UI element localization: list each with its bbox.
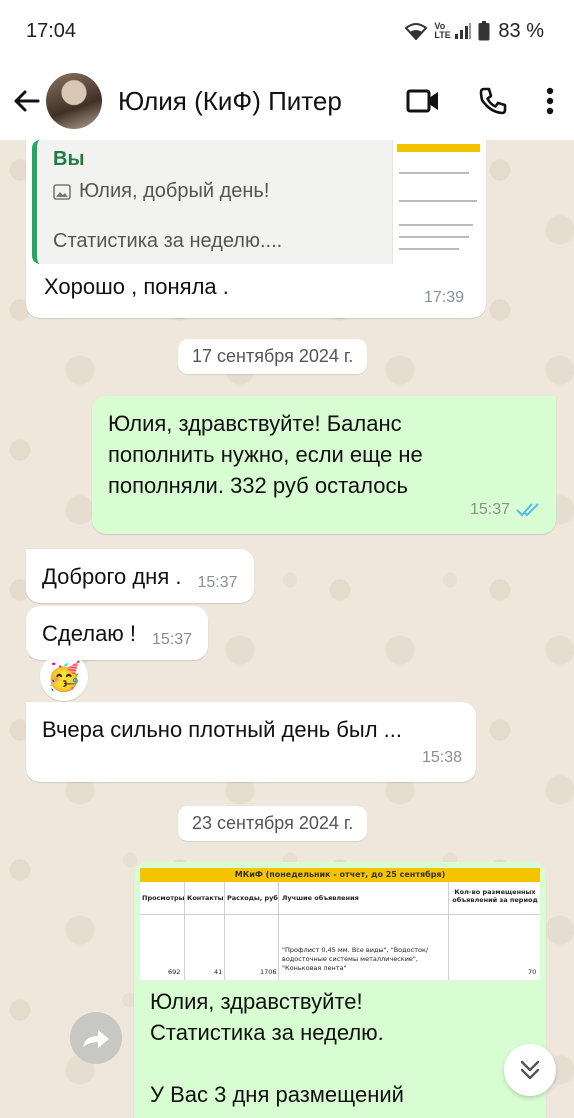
- report-cell: 41: [214, 968, 223, 976]
- report-header: Лучшие объявления: [282, 894, 359, 902]
- message-time: 15:37: [152, 630, 193, 648]
- avatar[interactable]: [46, 73, 102, 129]
- message-bubble-incoming[interactable]: Вчера сильно плотный день был ... 15:38: [26, 702, 476, 782]
- report-cell: 1706: [260, 968, 277, 976]
- more-icon: [546, 87, 554, 115]
- status-time: 17:04: [26, 19, 77, 42]
- message-bubble-incoming[interactable]: Доброго дня . 15:37: [26, 549, 254, 603]
- caption-line: Юлия, здравствуйте!: [150, 989, 363, 1014]
- caption-line: У Вас 3 дня размещений: [150, 1082, 404, 1107]
- party-face-icon: 🥳: [46, 661, 82, 692]
- image-caption: Юлия, здравствуйте! Статистика за неделю…: [150, 986, 404, 1110]
- image-icon: [53, 183, 71, 200]
- back-button[interactable]: [10, 81, 42, 121]
- chevron-double-down-icon: [520, 1060, 540, 1080]
- message-bubble-incoming[interactable]: Сделаю ! 15:37: [26, 606, 209, 660]
- message-time: 15:38: [421, 749, 462, 766]
- message-meta: 15:38: [422, 742, 462, 773]
- video-call-button[interactable]: [406, 88, 440, 114]
- report-header: Расходы, руб: [227, 894, 278, 902]
- status-indicators: Vo LTE 83 %: [404, 20, 544, 43]
- status-bar: 17:04 Vo LTE 83 %: [0, 0, 574, 62]
- message-meta: 15:37: [470, 494, 542, 525]
- message-text: Сделаю !: [42, 620, 137, 646]
- report-title: МКиФ (понедельник - отчет, до 25 сентябр…: [140, 868, 540, 882]
- quote-text-line2: Статистика за неделю....: [53, 230, 283, 252]
- volte-icon: Vo LTE: [434, 21, 451, 40]
- read-ticks-icon: [516, 502, 539, 516]
- caption-line: Статистика за неделю.: [150, 1020, 384, 1045]
- reaction-badge[interactable]: 🥳: [40, 653, 88, 701]
- wifi-icon: [404, 23, 428, 40]
- video-call-icon: [406, 89, 438, 113]
- quote-text-line1: Юлия, добрый день!: [53, 180, 269, 203]
- report-image[interactable]: МКиФ (понедельник - отчет, до 25 сентябр…: [140, 868, 540, 980]
- signal-icon: [455, 23, 472, 39]
- voice-call-button[interactable]: [478, 86, 508, 116]
- quoted-message[interactable]: Вы Юлия, добрый день! Статистика за неде…: [32, 140, 484, 264]
- message-bubble-outgoing[interactable]: Юлия, здравствуйте! Баланс пополнить нуж…: [92, 396, 556, 534]
- report-cell: "Профлист 0,45 мм. Все виды", "Водосток/…: [282, 946, 429, 972]
- battery-percent: 83 %: [498, 19, 544, 42]
- quote-line1-text: Юлия, добрый день!: [79, 180, 270, 202]
- report-header: Просмотры: [142, 894, 185, 902]
- more-options-button[interactable]: [546, 87, 554, 115]
- message-text: Вчера сильно плотный день был ...: [42, 717, 402, 742]
- message-time: 17:39: [424, 289, 465, 306]
- forward-icon: [83, 1030, 109, 1048]
- phone-icon: [479, 87, 507, 115]
- scroll-to-bottom-button[interactable]: [504, 1044, 556, 1096]
- caption-line: [150, 1048, 404, 1079]
- date-separator: 17 сентября 2024 г.: [178, 339, 368, 374]
- report-cell: 692: [168, 968, 181, 976]
- message-text-line: пополнить нужно, если еще не: [108, 442, 423, 467]
- forward-button[interactable]: [70, 1012, 122, 1064]
- quote-thumbnail: [392, 140, 484, 264]
- message-bubble-image[interactable]: МКиФ (понедельник - отчет, до 25 сентябр…: [134, 862, 546, 1118]
- message-time: 15:37: [197, 573, 238, 591]
- battery-icon: [478, 21, 490, 41]
- date-separator: 23 сентября 2024 г.: [178, 806, 368, 841]
- quote-author: Вы: [53, 148, 85, 170]
- back-arrow-icon: [14, 90, 40, 112]
- report-cell: 70: [528, 968, 537, 976]
- contact-name[interactable]: Юлия (КиФ) Питер: [118, 86, 406, 117]
- message-text: Доброго дня .: [42, 563, 182, 589]
- report-header: Контакты: [187, 894, 224, 902]
- chat-header: Юлия (КиФ) Питер: [0, 62, 574, 140]
- report-header: Кол-во размещенных объявлений за период: [452, 888, 538, 904]
- message-text-line: Юлия, здравствуйте! Баланс: [108, 411, 402, 436]
- message-text: Хорошо , поняла .: [44, 274, 229, 299]
- message-time: 15:37: [469, 501, 510, 518]
